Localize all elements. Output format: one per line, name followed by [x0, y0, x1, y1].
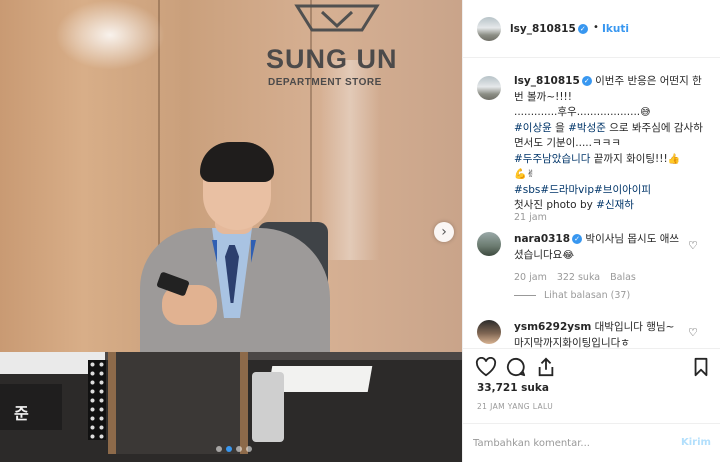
- view-replies-label[interactable]: Lihat balasan (37): [544, 290, 630, 301]
- like-heart-icon[interactable]: [475, 357, 497, 377]
- caption-text: 끝까지 화이팅!!!: [590, 152, 668, 165]
- comment-username[interactable]: ysm6292ysm: [514, 321, 591, 333]
- carousel-dot: [226, 446, 232, 452]
- thumbs-up-emoji-icon: 👍: [667, 153, 681, 165]
- carousel-indicator: [216, 446, 252, 452]
- comment-input[interactable]: [473, 433, 663, 453]
- caption-line2: .............후우...................: [514, 106, 641, 118]
- post-photo[interactable]: SUNG UN DEPARTMENT STORE 준 ›: [0, 0, 462, 462]
- muscle-victory-emoji-icon: 💪✌: [514, 169, 535, 180]
- comment-like-icon[interactable]: ♡: [688, 239, 698, 252]
- header-username[interactable]: lsy_810815 ✓: [510, 23, 588, 35]
- verified-badge-icon: ✓: [581, 76, 592, 86]
- carousel-dot: [216, 446, 222, 452]
- post-caption: lsy_810815 ✓ 이번주 반응은 어떤지 한 번 볼까~!!!! ....…: [514, 74, 710, 214]
- hashtag-link[interactable]: #박성준: [568, 122, 606, 134]
- desk-calendar: [88, 360, 106, 440]
- comment-timestamp: 20 jam: [514, 272, 547, 283]
- light-glare: [320, 60, 380, 260]
- desk-nameplate: [0, 384, 62, 430]
- hashtag-link[interactable]: #sbs: [514, 184, 540, 196]
- add-comment-bar: Kirim: [463, 423, 720, 462]
- likes-count[interactable]: 33,721 suka: [477, 382, 549, 394]
- avatar[interactable]: [477, 76, 501, 100]
- store-logo-icon: [294, 4, 380, 32]
- avatar[interactable]: [477, 17, 501, 41]
- post-actions-bar: [463, 348, 720, 382]
- comments-list[interactable]: lsy_810815 ✓ 이번주 반응은 어떤지 한 번 볼까~!!!! ....…: [463, 58, 720, 348]
- separator-dot: •: [593, 22, 599, 33]
- follow-button[interactable]: Ikuti: [602, 23, 629, 35]
- comment-item: ysm6292ysm 대박입니다 행님~ 마지막까지화이팅입니다ㅎ: [514, 320, 684, 348]
- post-comment-button[interactable]: Kirim: [681, 437, 711, 448]
- view-replies-button[interactable]: Lihat balasan (37): [514, 290, 630, 301]
- carousel-next-button[interactable]: ›: [434, 222, 454, 242]
- post-header: lsy_810815 ✓ • Ikuti: [463, 0, 720, 58]
- sweat-smile-emoji-icon: 😅: [640, 107, 651, 118]
- verified-badge-icon: ✓: [572, 234, 583, 244]
- avatar[interactable]: [477, 320, 501, 344]
- caption-text: 을: [551, 121, 569, 134]
- hashtag-link[interactable]: #두주남았습니다: [514, 153, 590, 165]
- comment-item: nara0318 ✓ 박이사님 몹시도 애쓰셨습니다요😂: [514, 232, 684, 263]
- hashtag-link[interactable]: #신재하: [596, 199, 634, 211]
- hashtag-link[interactable]: #드라마vip: [540, 184, 594, 196]
- verified-badge-icon: ✓: [577, 24, 588, 34]
- carousel-dot: [246, 446, 252, 452]
- nameplate-text: 준: [14, 404, 29, 423]
- comment-username[interactable]: nara0318: [514, 233, 570, 245]
- avatar[interactable]: [477, 232, 501, 256]
- share-icon[interactable]: [536, 357, 556, 377]
- comment-meta: 20 jam 322 suka Balas: [514, 272, 636, 283]
- comment-like-count[interactable]: 322 suka: [557, 272, 600, 283]
- hashtag-link[interactable]: #브이아이피: [594, 184, 651, 196]
- username-text[interactable]: lsy_810815: [510, 23, 576, 35]
- caption-text: 첫사진 photo by: [514, 199, 597, 211]
- carousel-dot: [236, 446, 242, 452]
- bookmark-icon[interactable]: [693, 357, 709, 377]
- replies-divider: [514, 295, 536, 296]
- desk-photo-frame: [108, 352, 248, 454]
- post-timestamp: 21 JAM YANG LALU: [477, 402, 554, 411]
- person-hair: [200, 142, 274, 182]
- store-sign-subtitle: DEPARTMENT STORE: [268, 77, 382, 88]
- chevron-right-icon: ›: [441, 224, 447, 240]
- caption-username[interactable]: lsy_810815: [514, 75, 580, 87]
- light-glare: [55, 0, 165, 70]
- hashtag-link[interactable]: #이상윤: [514, 122, 552, 134]
- desk-mug: [252, 372, 284, 442]
- comment-bubble-icon[interactable]: [506, 357, 526, 377]
- laughing-emoji-icon: 😂: [562, 249, 574, 261]
- comment-like-icon[interactable]: ♡: [688, 326, 698, 339]
- post-side-panel: lsy_810815 ✓ • Ikuti lsy_810815 ✓ 이번주 반응은 …: [462, 0, 720, 462]
- store-sign-title: SUNG UN: [266, 44, 398, 74]
- reply-button[interactable]: Balas: [610, 272, 636, 283]
- caption-timestamp: 21 jam: [514, 212, 547, 223]
